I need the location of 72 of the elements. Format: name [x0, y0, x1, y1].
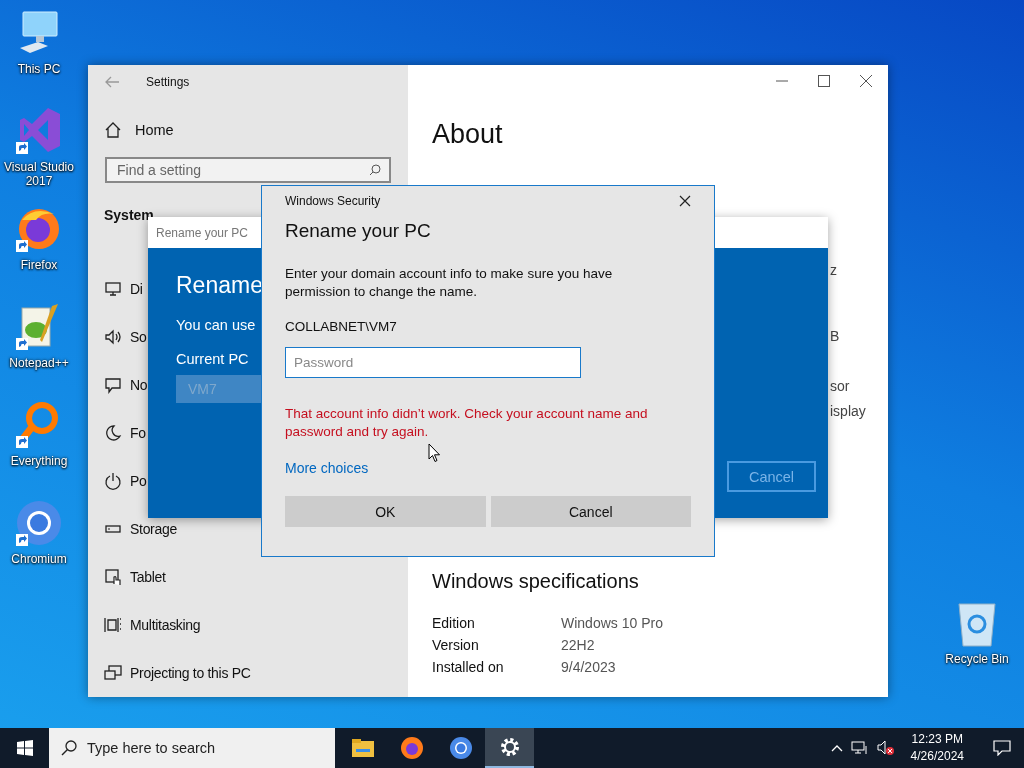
focus-icon [104, 424, 122, 442]
nav-item[interactable]: No [130, 377, 148, 393]
projecting-icon [104, 664, 122, 682]
nav-item[interactable]: Multitasking [130, 617, 201, 633]
network-icon[interactable] [850, 740, 869, 756]
search-icon [61, 740, 77, 756]
search-icon [369, 164, 381, 177]
close-icon[interactable] [858, 73, 874, 89]
dialog-title: Windows Security [285, 194, 381, 208]
clock-time[interactable]: 12:23 PM [911, 731, 963, 748]
dialog-text: You can use [176, 317, 256, 333]
error-message: That account info didn’t work. Check your account name and password and try again. [285, 405, 649, 441]
password-field[interactable]: Password [285, 347, 581, 378]
spec-text: B [830, 328, 840, 346]
desktop-icon-label[interactable]: This PC [17, 62, 61, 76]
settings-icon [500, 738, 519, 756]
folder-icon [351, 739, 374, 757]
mouse-pointer-icon [428, 443, 441, 463]
sound-icon [104, 328, 122, 346]
account-name: COLLABNET\VM7 [285, 319, 398, 334]
dialog-heading: Rename your PC [285, 220, 432, 242]
spec-text: z [830, 262, 837, 280]
chromium-icon [449, 737, 472, 759]
home-link[interactable]: Home [135, 122, 174, 139]
section-heading: Windows specifications [432, 570, 640, 593]
window-title: Settings [146, 74, 190, 89]
close-icon[interactable] [679, 195, 691, 207]
dialog-title: Rename your PC [156, 225, 249, 240]
spec-value: 9/4/2023 [561, 659, 617, 675]
search-field[interactable]: Find a setting [105, 156, 391, 184]
page-title: About [432, 119, 504, 150]
desktop-icon-label[interactable]: Notepad++ [9, 356, 69, 370]
muted-speaker-icon[interactable] [876, 740, 895, 756]
spec-value: 22H2 [561, 637, 596, 653]
nav-item[interactable]: Po [130, 473, 147, 489]
desktop-icon-label[interactable]: Visual Studio 2017 [0, 160, 78, 188]
dialog-message: Enter your domain account info to make sure you have permission to change the name. [285, 265, 614, 301]
more-choices-link[interactable]: More choices [285, 460, 369, 476]
field-label: Current PC [176, 351, 249, 367]
spec-label: Version [432, 637, 480, 653]
nav-item[interactable]: Fo [130, 425, 146, 441]
nav-item[interactable]: So [130, 329, 147, 345]
ok-button[interactable]: OK [285, 496, 486, 527]
nav-item[interactable]: Storage [130, 521, 177, 537]
spec-label: Installed on [432, 659, 505, 675]
spec-label: Edition [432, 615, 476, 631]
cancel-button[interactable]: Cancel [490, 496, 691, 527]
taskbar-app[interactable] [485, 728, 534, 768]
home-icon [105, 122, 121, 139]
section-heading: System [104, 207, 154, 225]
nav-item[interactable]: Projecting to this PC [130, 665, 251, 681]
chevron-up-icon[interactable] [830, 744, 843, 752]
spec-text: isplay [830, 403, 866, 421]
spec-text: sor [830, 378, 850, 396]
multitasking-icon [104, 616, 122, 634]
windows-logo-icon[interactable] [16, 740, 33, 756]
nav-item[interactable]: Di [130, 281, 143, 297]
maximize-icon[interactable] [816, 73, 832, 89]
power-icon [104, 472, 122, 490]
recycle-bin-icon [955, 600, 999, 648]
spec-value: Windows 10 Pro [561, 615, 664, 631]
taskbar-search-field[interactable]: Type here to search [49, 728, 335, 768]
display-icon [104, 280, 122, 298]
firefox-icon [400, 737, 423, 759]
desktop-icon-label[interactable]: Recycle Bin [945, 652, 1009, 666]
notifications-icon [104, 376, 122, 394]
tablet-icon [104, 568, 122, 586]
dialog-heading: Rename [176, 272, 263, 299]
notification-icon[interactable] [993, 740, 1011, 756]
desktop-icon-label[interactable]: Firefox [20, 258, 58, 272]
clock-date[interactable]: 4/26/2024 [910, 748, 964, 765]
nav-item[interactable]: Tablet [130, 569, 166, 585]
